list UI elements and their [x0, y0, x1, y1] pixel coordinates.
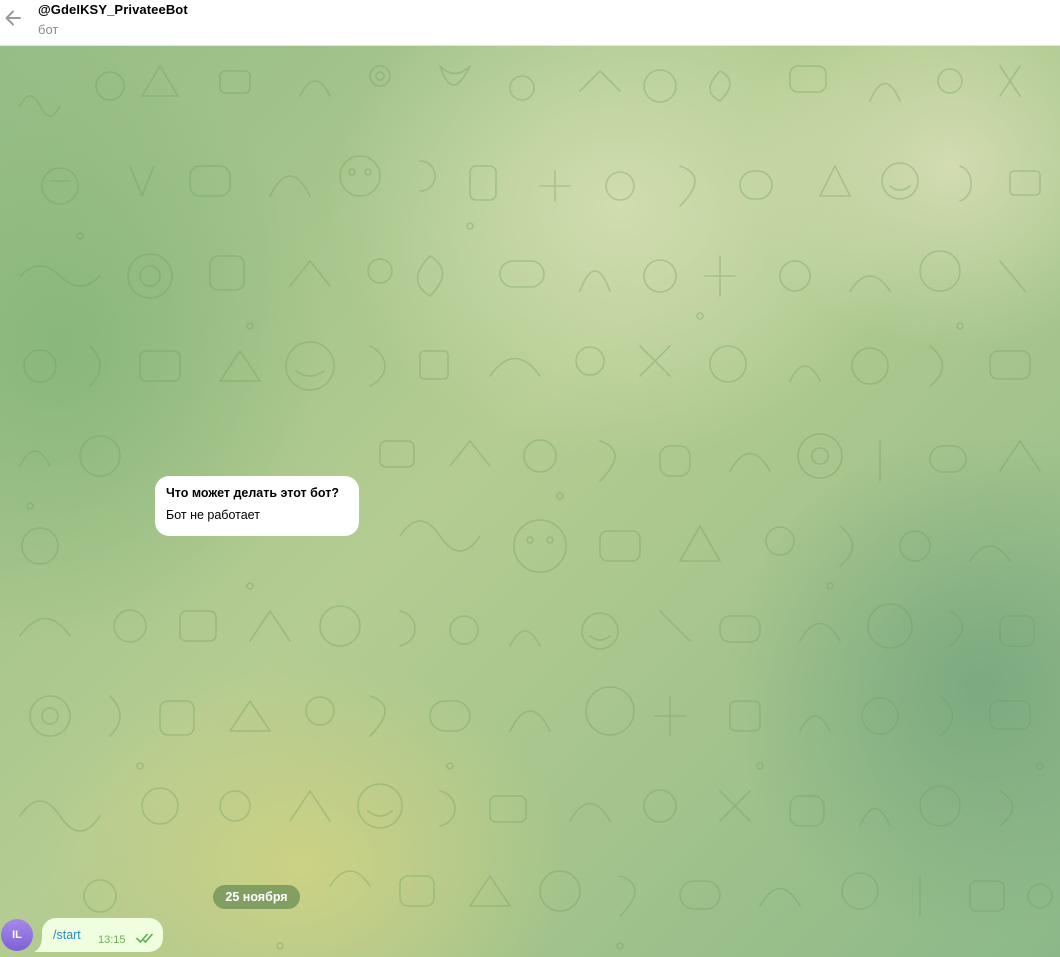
arrow-left-icon[interactable]	[2, 7, 24, 29]
double-check-icon	[136, 933, 153, 943]
date-separator: 25 ноября	[213, 885, 300, 909]
avatar[interactable]: IL	[1, 919, 33, 951]
message-time: 13:15	[98, 934, 126, 946]
bot-info-description: Бот не работает	[166, 508, 260, 522]
chat-subtitle: бот	[38, 22, 59, 37]
chat-area[interactable]: Что может делать этот бот? Бот не работа…	[0, 46, 1060, 957]
telegram-chat-window: @GdeIKSY_PrivateeBot бот Что может делат…	[0, 0, 1060, 957]
chat-title[interactable]: @GdeIKSY_PrivateeBot	[38, 2, 188, 17]
bot-info-card: Что может делать этот бот? Бот не работа…	[155, 476, 359, 536]
chat-header: @GdeIKSY_PrivateeBot бот	[0, 0, 1060, 46]
message-bubble[interactable]: /start 13:15	[42, 918, 163, 952]
bot-info-title: Что может делать этот бот?	[166, 486, 339, 500]
message-text[interactable]: /start	[53, 928, 81, 942]
